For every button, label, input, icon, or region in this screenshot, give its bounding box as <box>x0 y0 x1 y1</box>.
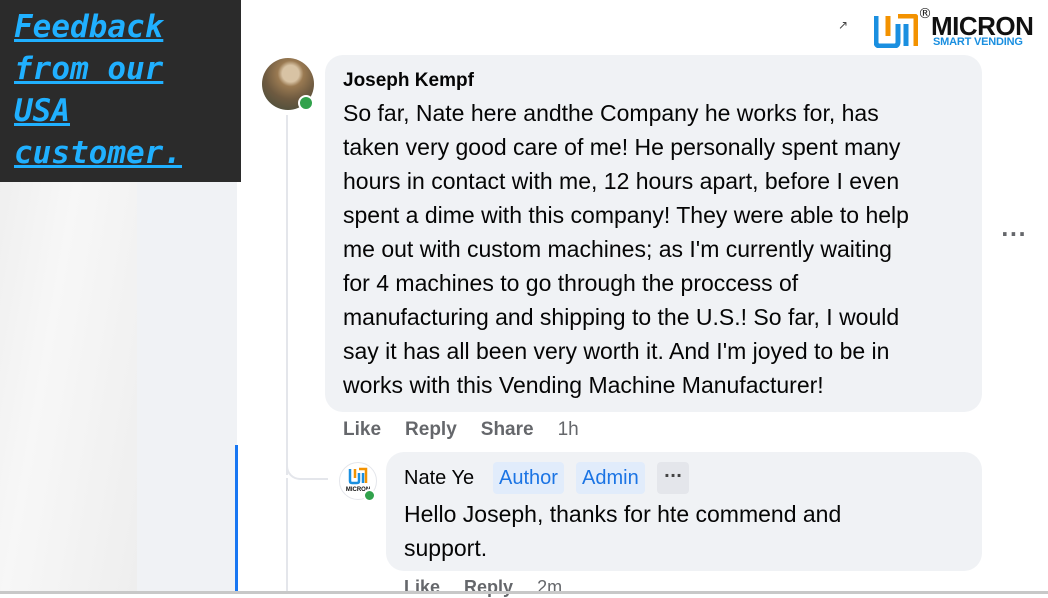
feedback-title: Feedback from our USA customer. <box>14 9 182 171</box>
reply-author[interactable]: Nate Ye <box>404 467 474 490</box>
admin-badge: Admin <box>576 462 645 494</box>
share-button[interactable]: Share <box>481 419 534 440</box>
micron-logo-mark <box>874 14 918 48</box>
registered-mark: ® <box>918 6 932 22</box>
caret-icon: ↗ <box>838 18 849 32</box>
feedback-overlay: Feedback from our USA customer. <box>0 0 241 182</box>
reply-reply-button[interactable]: Reply <box>464 577 513 597</box>
focus-indicator <box>235 445 238 594</box>
reply-online-status-icon <box>363 489 376 502</box>
reply-timestamp[interactable]: 2m <box>537 577 562 597</box>
badge-more-button[interactable]: ··· <box>657 462 689 494</box>
comment-actions: Like Reply Share 1h <box>343 419 603 441</box>
reply-button[interactable]: Reply <box>405 419 457 440</box>
author-badge: Author <box>493 462 564 494</box>
thread-line-lower <box>286 478 288 594</box>
more-options-icon[interactable]: ··· <box>1001 222 1027 246</box>
logo-tagline: SMART VENDING <box>933 36 1023 48</box>
reply-like-button[interactable]: Like <box>404 577 440 597</box>
thread-line <box>286 115 288 475</box>
reply-actions: Like Reply 2m <box>404 577 586 598</box>
comment-author[interactable]: Joseph Kempf <box>343 70 474 92</box>
comment-timestamp[interactable]: 1h <box>558 419 579 440</box>
comment-text: So far, Nate here andthe Company he work… <box>343 100 909 398</box>
reply-text: Hello Joseph, thanks for hte commend and… <box>404 501 842 561</box>
online-status-icon <box>298 95 314 111</box>
like-button[interactable]: Like <box>343 419 381 440</box>
thread-connector <box>286 440 328 480</box>
